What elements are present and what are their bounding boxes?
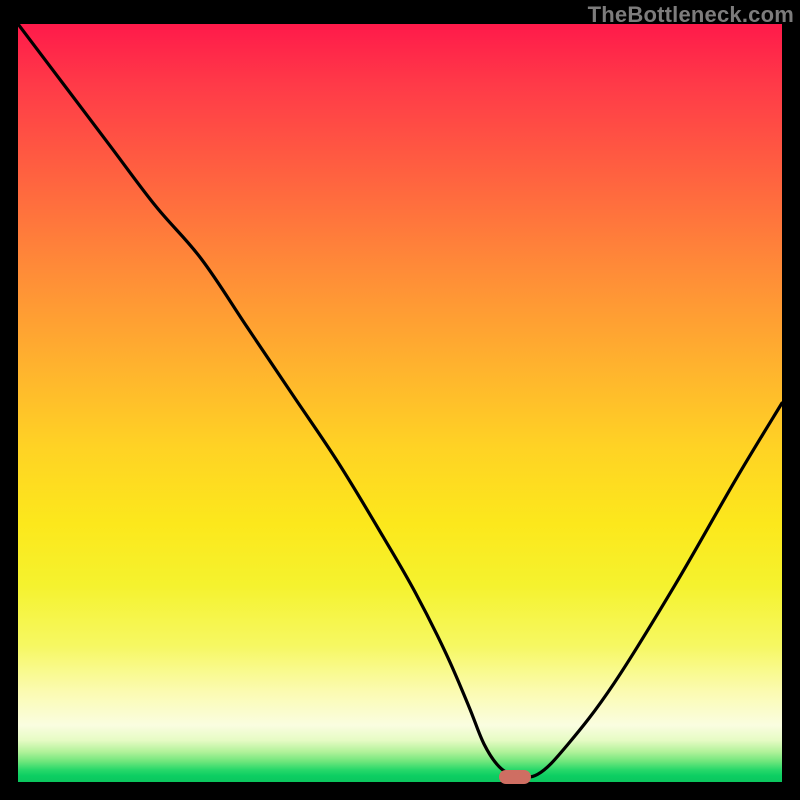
bottleneck-curve: [18, 24, 782, 782]
plot-area: [18, 24, 782, 782]
chart-frame: TheBottleneck.com: [0, 0, 800, 800]
minimum-marker: [499, 770, 531, 784]
watermark-text: TheBottleneck.com: [588, 2, 794, 28]
